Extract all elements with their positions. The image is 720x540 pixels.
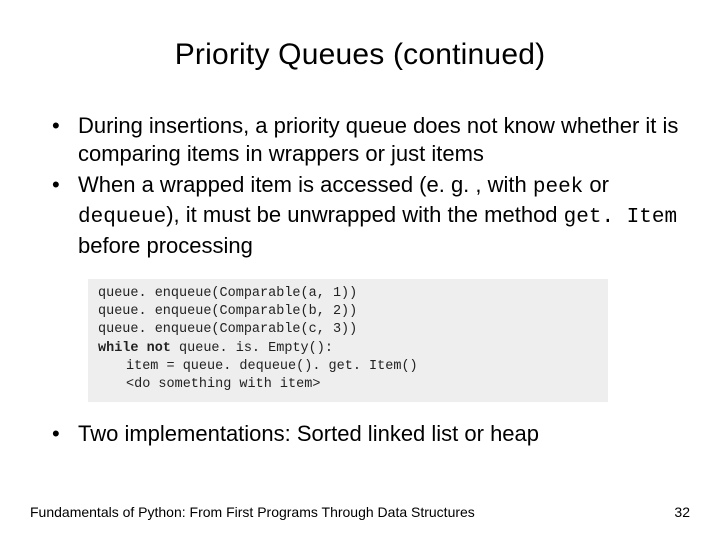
page-number: 32 [674,504,690,520]
bullet-1: During insertions, a priority queue does… [50,112,690,167]
footer: Fundamentals of Python: From First Progr… [30,504,690,520]
code-peek: peek [533,176,583,199]
code-block: queue. enqueue(Comparable(a, 1)) queue. … [88,279,608,402]
bullet-list: During insertions, a priority queue does… [30,112,690,259]
code-getitem: get. Item [564,206,677,229]
code-line-6: <do something with item> [98,376,320,394]
bullet-2-text-2: or [583,172,609,197]
footer-text: Fundamentals of Python: From First Progr… [30,504,475,520]
code-line-5: item = queue. dequeue(). get. Item() [98,358,418,376]
code-line-4-rest: queue. is. Empty(): [171,341,333,356]
bullet-2-text-3: ), it must be unwrapped with the method [166,202,563,227]
bullet-2-text-1: When a wrapped item is accessed (e. g. ,… [78,172,533,197]
code-line-2: queue. enqueue(Comparable(b, 2)) [98,304,357,319]
slide: Priority Queues (continued) During inser… [0,0,720,540]
bullet-2-text-4: before processing [78,233,253,258]
bullet-1-text: During insertions, a priority queue does… [78,113,678,166]
code-line-1: queue. enqueue(Comparable(a, 1)) [98,286,357,301]
bullet-list-2: Two implementations: Sorted linked list … [30,420,690,448]
bullet-2: When a wrapped item is accessed (e. g. ,… [50,171,690,259]
code-line-3: queue. enqueue(Comparable(c, 3)) [98,322,357,337]
bullet-3-text: Two implementations: Sorted linked list … [78,421,539,446]
code-dequeue: dequeue [78,206,166,229]
code-line-4-kw: while not [98,341,171,356]
slide-title: Priority Queues (continued) [30,38,690,72]
bullet-3: Two implementations: Sorted linked list … [50,420,690,448]
